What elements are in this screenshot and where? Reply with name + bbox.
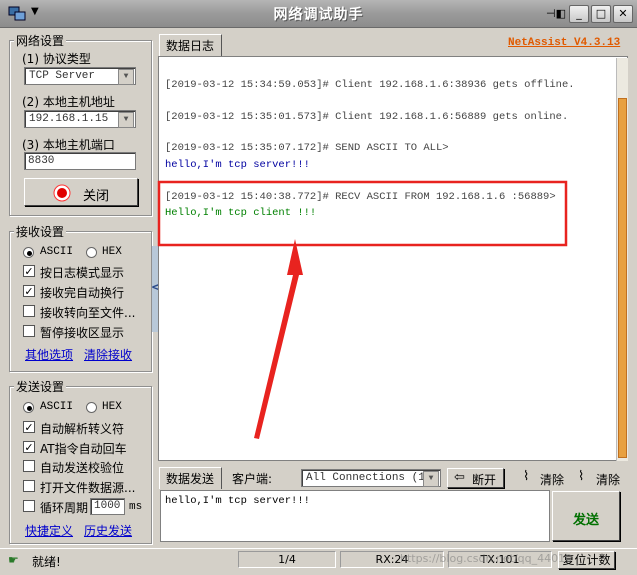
close-connection-button[interactable]: 关闭 [24,178,138,206]
client-value: All Connections (1) [306,472,432,484]
protocol-value: TCP Server [29,70,96,82]
clear-send-button-2[interactable]: 清除 [596,471,620,488]
send-ascii-radio[interactable] [23,402,34,413]
protocol-select[interactable]: TCP Server ▼ [24,67,136,85]
annotation-overlay [157,180,568,439]
network-settings-title: 网络设置 [14,32,67,49]
pin-icon[interactable]: ⊣◧ [546,7,566,20]
send-option-label-4: 打开文件数据源... [40,481,136,495]
cycle-period-input[interactable]: 1000 [90,498,125,515]
receive-hex-label: HEX [102,246,122,258]
receive-option-checkbox-3[interactable] [23,305,35,317]
receive-option-label-2: 接收完自动换行 [40,286,125,300]
tab-data-log-label: 数据日志 [166,39,215,53]
send-settings-title: 发送设置 [14,378,67,395]
protocol-label: (1) 协议类型 [22,52,91,66]
annotation-arrow [254,239,303,439]
cycle-unit: ms [129,501,143,513]
window-title: 网络调试助手 [273,7,364,23]
log-line: [2019-03-12 15:34:59.053]# Client 192.16… [165,79,575,91]
send-option-checkbox-4[interactable] [23,480,35,492]
send-ascii-label: ASCII [40,401,74,413]
host-value: 192.168.1.15 [29,113,109,125]
status-light-icon [53,184,71,202]
send-textarea[interactable]: hello,I'm tcp server!!! [160,490,550,542]
ready-icon: ☛ [8,553,19,567]
host-label: (2) 本地主机地址 [22,95,115,109]
chevron-down-icon[interactable]: ▼ [423,471,439,487]
shortcut-define-link[interactable]: 快捷定义 [25,522,73,539]
close-window-button[interactable]: ✕ [613,5,633,23]
log-scrollbar-thumb[interactable] [618,98,627,458]
arrow-left-icon: ⇦ [454,470,465,485]
send-button-label: 发送 [573,513,600,528]
receive-ascii-label: ASCII [40,246,74,258]
broom-icon[interactable]: ⌇ [578,469,584,484]
client-select[interactable]: All Connections (1) ▼ [301,469,441,487]
highlight-box [157,180,568,247]
maximize-button[interactable]: □ [591,5,611,23]
log-line: [2019-03-12 15:35:01.573]# Client 192.16… [165,111,569,123]
send-button[interactable]: 发送 [552,491,620,541]
send-hex-label: HEX [102,401,122,413]
client-label: 客户端: [232,472,273,486]
cycle-label: 循环周期 [40,501,89,515]
send-text: hello,I'm tcp server!!! [165,495,310,507]
receive-option-checkbox-1[interactable]: ✓ [23,265,35,277]
receive-settings-title: 接收设置 [14,223,67,240]
receive-option-label-3: 接收转向至文件... [40,306,136,320]
disconnect-label: 断开 [472,473,497,487]
send-option-checkbox-2[interactable]: ✓ [23,441,35,453]
host-select[interactable]: 192.168.1.15 ▼ [24,110,136,128]
log-line: hello,I'm tcp server!!! [165,159,310,171]
send-option-label-3: 自动发送校验位 [40,461,125,475]
clear-receive-link[interactable]: 清除接收 [84,346,132,363]
status-page: 1/4 [238,551,336,568]
cycle-checkbox[interactable] [23,500,35,512]
send-hex-radio[interactable] [86,402,97,413]
port-input[interactable]: 8830 [24,152,136,170]
send-history-link[interactable]: 历史发送 [84,522,132,539]
status-ready: 就绪! [32,555,61,569]
receive-option-checkbox-2[interactable]: ✓ [23,285,35,297]
receive-hex-radio[interactable] [86,247,97,258]
send-option-checkbox-3[interactable] [23,460,35,472]
send-option-label-1: 自动解析转义符 [40,422,125,436]
port-label: (3) 本地主机端口 [22,138,115,152]
log-line: [2019-03-12 15:35:07.172]# SEND ASCII TO… [165,142,449,154]
receive-option-label-1: 按日志模式显示 [40,266,125,280]
clear-send-button-1[interactable]: 清除 [540,471,564,488]
chevron-down-icon[interactable]: ▼ [118,112,134,128]
watermark-text: https://blog.csdn.net/qq_44010 [400,552,573,565]
receive-option-checkbox-4[interactable] [23,325,35,337]
receive-more-options-link[interactable]: 其他选项 [25,346,73,363]
minimize-button[interactable]: _ [569,5,589,23]
close-connection-label: 关闭 [83,189,110,204]
brand-version-link[interactable]: NetAssist V4.3.13 [508,37,620,49]
send-option-checkbox-1[interactable]: ✓ [23,421,35,433]
receive-ascii-radio[interactable] [23,247,34,258]
tab-data-send-label: 数据发送 [166,472,215,486]
disconnect-button[interactable]: ⇦ 断开 [447,468,504,488]
broom-icon[interactable]: ⌇ [523,469,529,484]
receive-option-label-4: 暂停接收区显示 [40,326,125,340]
chevron-down-icon[interactable]: ▼ [118,69,134,85]
log-scrollbar[interactable] [616,58,628,461]
send-option-label-2: AT指令自动回车 [40,442,127,456]
